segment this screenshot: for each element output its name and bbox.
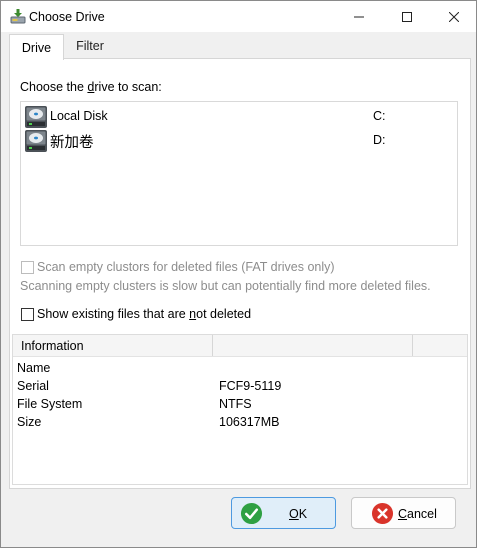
column-divider[interactable] <box>412 335 413 356</box>
scan-empty-clusters-label: Scan empty clustors for deleted files (F… <box>37 260 335 274</box>
drive-item-d[interactable]: 新加卷 D: <box>24 129 454 153</box>
drive-item-c[interactable]: Local Disk C: <box>24 105 454 129</box>
drive-letter: D: <box>373 133 386 147</box>
choose-drive-dialog: Choose Drive Drive Filter Choose the dri… <box>0 0 477 548</box>
show-existing-checkbox[interactable] <box>21 308 34 321</box>
scan-empty-clusters-checkbox[interactable] <box>21 261 34 274</box>
info-value-file-system: NTFS <box>219 397 252 411</box>
title-bar: Choose Drive <box>1 1 476 32</box>
x-circle-icon <box>371 502 394 525</box>
info-key-name: Name <box>17 361 51 375</box>
drive-letter: C: <box>373 109 386 123</box>
ok-button-label: OK <box>289 507 308 521</box>
scan-note-text: Scanning empty clusters is slow but can … <box>20 279 431 293</box>
drive-name: Local Disk <box>50 109 108 123</box>
close-button[interactable] <box>430 1 477 32</box>
drive-list-label: Choose the drive to scan: <box>20 80 162 94</box>
drive-name: 新加卷 <box>50 135 94 151</box>
maximize-icon <box>401 11 412 22</box>
info-header: Information <box>13 335 467 357</box>
cancel-button[interactable]: Cancel <box>351 497 456 529</box>
column-divider[interactable] <box>212 335 213 356</box>
info-key-file-system: File System <box>17 397 83 411</box>
maximize-button[interactable] <box>383 1 430 32</box>
info-value-serial: FCF9-5119 <box>219 379 282 393</box>
info-key-size: Size <box>17 415 42 429</box>
check-circle-icon <box>240 502 263 525</box>
ok-button[interactable]: OK <box>231 497 336 529</box>
info-header-label: Information <box>21 339 84 353</box>
close-icon <box>448 11 459 22</box>
cancel-button-label: Cancel <box>398 507 437 521</box>
window-title: Choose Drive <box>29 10 105 24</box>
app-icon <box>10 9 26 24</box>
information-panel: Information Name Serial FCF9-5119 File S… <box>12 334 468 485</box>
minimize-button[interactable] <box>335 1 382 32</box>
drive-list[interactable]: Local Disk C: 新加卷 D: <box>20 101 458 246</box>
minimize-icon <box>353 16 364 17</box>
drive-tab-panel: Choose the drive to scan: Local Disk C: <box>9 58 471 489</box>
info-value-size: 106317MB <box>219 415 280 429</box>
hard-drive-icon <box>25 106 47 128</box>
tab-filter[interactable]: Filter <box>63 34 117 58</box>
info-key-serial: Serial <box>17 379 49 393</box>
hard-drive-icon <box>25 130 47 152</box>
tab-drive[interactable]: Drive <box>9 34 64 60</box>
show-existing-label: Show existing files that are not deleted <box>37 307 252 321</box>
